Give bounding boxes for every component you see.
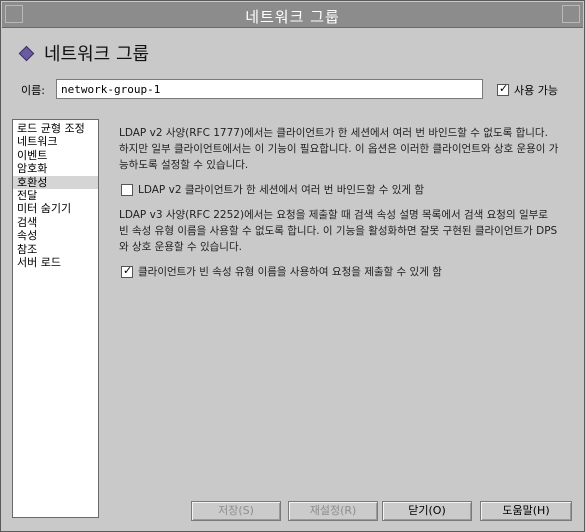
window-maximize-icon[interactable] [562, 5, 580, 23]
ldap-v3-description: LDAP v3 사양(RFC 2252)에서는 요청을 제출할 때 검색 속성 … [119, 209, 558, 253]
help-button[interactable]: 도움말(H) [480, 501, 572, 521]
list-item-compatibility[interactable]: 호환성 [13, 175, 98, 189]
diamond-icon [18, 45, 35, 61]
page-title: 네트워크 그룹 [44, 44, 150, 65]
empty-attribute-option-label: 클라이언트가 빈 속성 유형 이름을 사용하여 요청을 제출할 수 있게 함 [138, 266, 442, 278]
save-button[interactable]: 저장(S) [191, 501, 281, 521]
empty-attribute-option-row[interactable]: 클라이언트가 빈 속성 유형 이름을 사용하여 요청을 제출할 수 있게 함 [121, 264, 442, 279]
dialog-window: 네트워크 그룹 네트워크 그룹 이름: 사용 가능 로드 균형 조정 네트워크 … [0, 0, 585, 532]
close-button[interactable]: 닫기(O) [382, 501, 472, 521]
category-list[interactable]: 로드 균형 조정 네트워크 이벤트 암호화 호환성 전달 미터 숨기기 검색 속… [12, 119, 99, 518]
page-heading: 네트워크 그룹 [18, 41, 150, 65]
list-item-search[interactable]: 검색 [13, 216, 98, 229]
name-label: 이름: [21, 84, 45, 97]
empty-attribute-checkbox[interactable] [121, 264, 133, 278]
ldap-v2-description: LDAP v2 사양(RFC 1777)에서는 클라이언트가 한 세션에서 여러… [119, 127, 559, 171]
name-input[interactable] [56, 79, 483, 99]
list-item-referrals[interactable]: 참조 [13, 243, 98, 256]
enable-label: 사용 가능 [514, 84, 558, 97]
enable-checkbox[interactable] [497, 82, 509, 96]
reset-button[interactable]: 재설정(R) [288, 501, 378, 521]
list-item-hide-meters[interactable]: 미터 숨기기 [13, 202, 98, 215]
title-bar[interactable]: 네트워크 그룹 [2, 2, 583, 28]
list-item-load-balancing[interactable]: 로드 균형 조정 [13, 122, 98, 135]
enable-checkbox-row[interactable]: 사용 가능 [497, 82, 558, 98]
list-item-network[interactable]: 네트워크 [13, 135, 98, 148]
list-item-events[interactable]: 이벤트 [13, 149, 98, 162]
list-item-forwarding[interactable]: 전달 [13, 189, 98, 202]
list-item-server-load[interactable]: 서버 로드 [13, 256, 98, 269]
list-item-encryption[interactable]: 암호화 [13, 162, 98, 175]
list-item-attributes[interactable]: 속성 [13, 229, 98, 242]
ldap-v2-option-row[interactable]: LDAP v2 클라이언트가 한 세션에서 여러 번 바인드할 수 있게 함 [121, 182, 424, 197]
window-title: 네트워크 그룹 [245, 8, 340, 26]
ldap-v2-multiple-bind-checkbox[interactable] [121, 183, 133, 196]
ldap-v2-option-label: LDAP v2 클라이언트가 한 세션에서 여러 번 바인드할 수 있게 함 [138, 184, 425, 196]
